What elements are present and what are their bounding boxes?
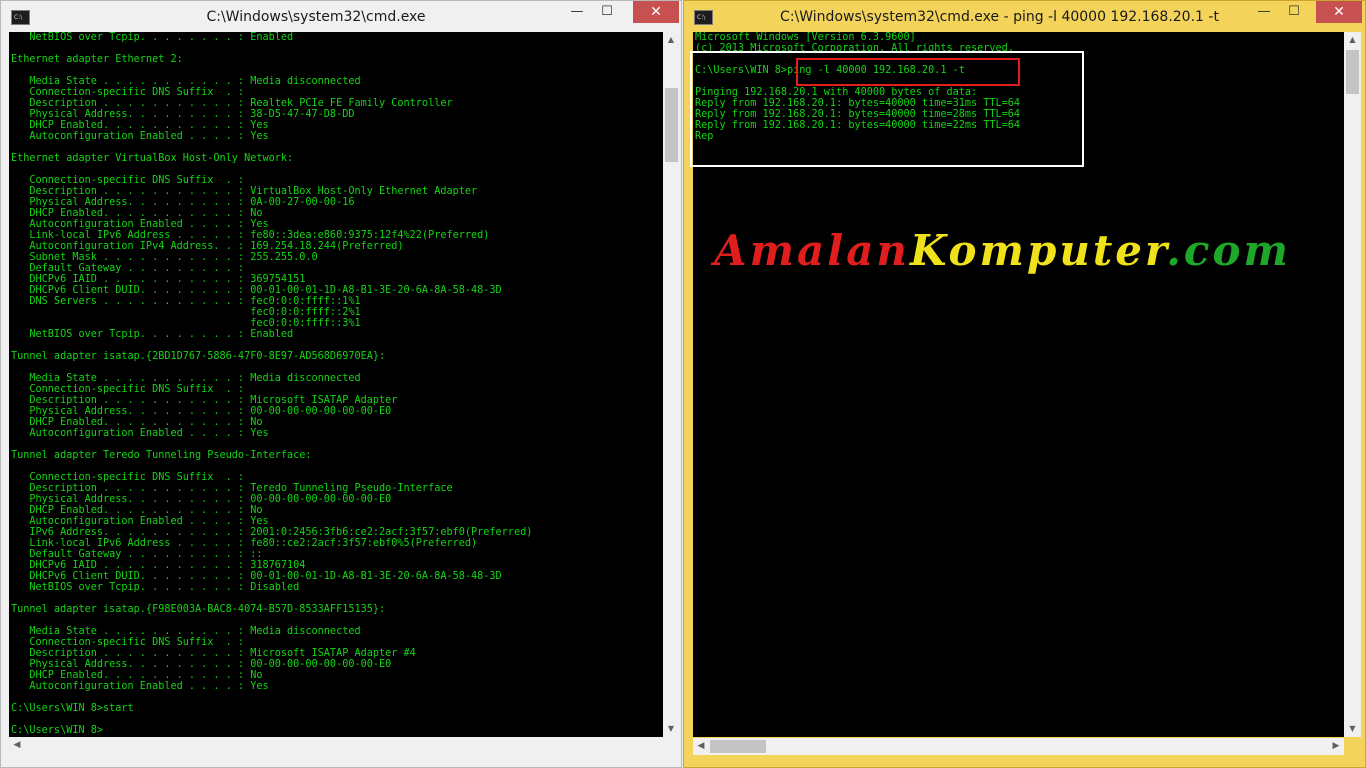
horizontal-scrollbar[interactable]: ◀ xyxy=(9,737,679,754)
horizontal-scrollbar[interactable]: ◀ ▶ xyxy=(693,738,1344,755)
scroll-down-icon[interactable]: ▼ xyxy=(1344,721,1361,737)
console-text: NetBIOS over Tcpip. . . . . . . . : Enab… xyxy=(11,32,533,736)
window-title: C:\Windows\system32\cmd.exe xyxy=(206,9,426,25)
cmd-icon[interactable]: C:\ xyxy=(11,10,30,25)
close-button[interactable]: ✕ xyxy=(633,1,679,23)
left-cmd-window[interactable]: C:\ C:\Windows\system32\cmd.exe — ☐ ✕ Ne… xyxy=(0,0,682,768)
maximize-button[interactable]: ☐ xyxy=(593,1,621,23)
scroll-thumb[interactable] xyxy=(1346,50,1359,94)
window-title: C:\Windows\system32\cmd.exe - ping -l 40… xyxy=(780,9,1219,25)
console-output[interactable]: NetBIOS over Tcpip. . . . . . . . : Enab… xyxy=(9,32,663,737)
scroll-left-icon[interactable]: ◀ xyxy=(693,738,709,755)
scroll-down-icon[interactable]: ▼ xyxy=(663,721,679,737)
scroll-up-icon[interactable]: ▲ xyxy=(663,32,679,48)
minimize-button[interactable]: — xyxy=(1250,1,1278,23)
vertical-scrollbar[interactable]: ▲ ▼ xyxy=(1344,32,1361,737)
watermark-part-2: Komputer xyxy=(909,226,1167,275)
minimize-button[interactable]: — xyxy=(563,1,591,23)
watermark-part-3: .com xyxy=(1166,226,1291,275)
scroll-right-icon[interactable]: ▶ xyxy=(1328,738,1344,755)
scroll-thumb[interactable] xyxy=(710,740,766,753)
maximize-button[interactable]: ☐ xyxy=(1280,1,1308,23)
close-button[interactable]: ✕ xyxy=(1316,1,1362,23)
watermark-part-1: Amalan xyxy=(714,226,910,275)
title-bar[interactable]: C:\ C:\Windows\system32\cmd.exe - ping -… xyxy=(684,1,1365,33)
cmd-icon[interactable]: C:\ xyxy=(694,10,713,25)
scroll-left-icon[interactable]: ◀ xyxy=(9,737,25,754)
vertical-scrollbar[interactable]: ▲ ▼ xyxy=(663,32,679,737)
scroll-up-icon[interactable]: ▲ xyxy=(1344,32,1361,48)
title-bar[interactable]: C:\ C:\Windows\system32\cmd.exe — ☐ ✕ xyxy=(1,1,681,33)
watermark-logo: AmalanKomputer.com xyxy=(714,226,1291,275)
scroll-thumb[interactable] xyxy=(665,88,678,162)
highlight-box-command xyxy=(796,58,1020,86)
